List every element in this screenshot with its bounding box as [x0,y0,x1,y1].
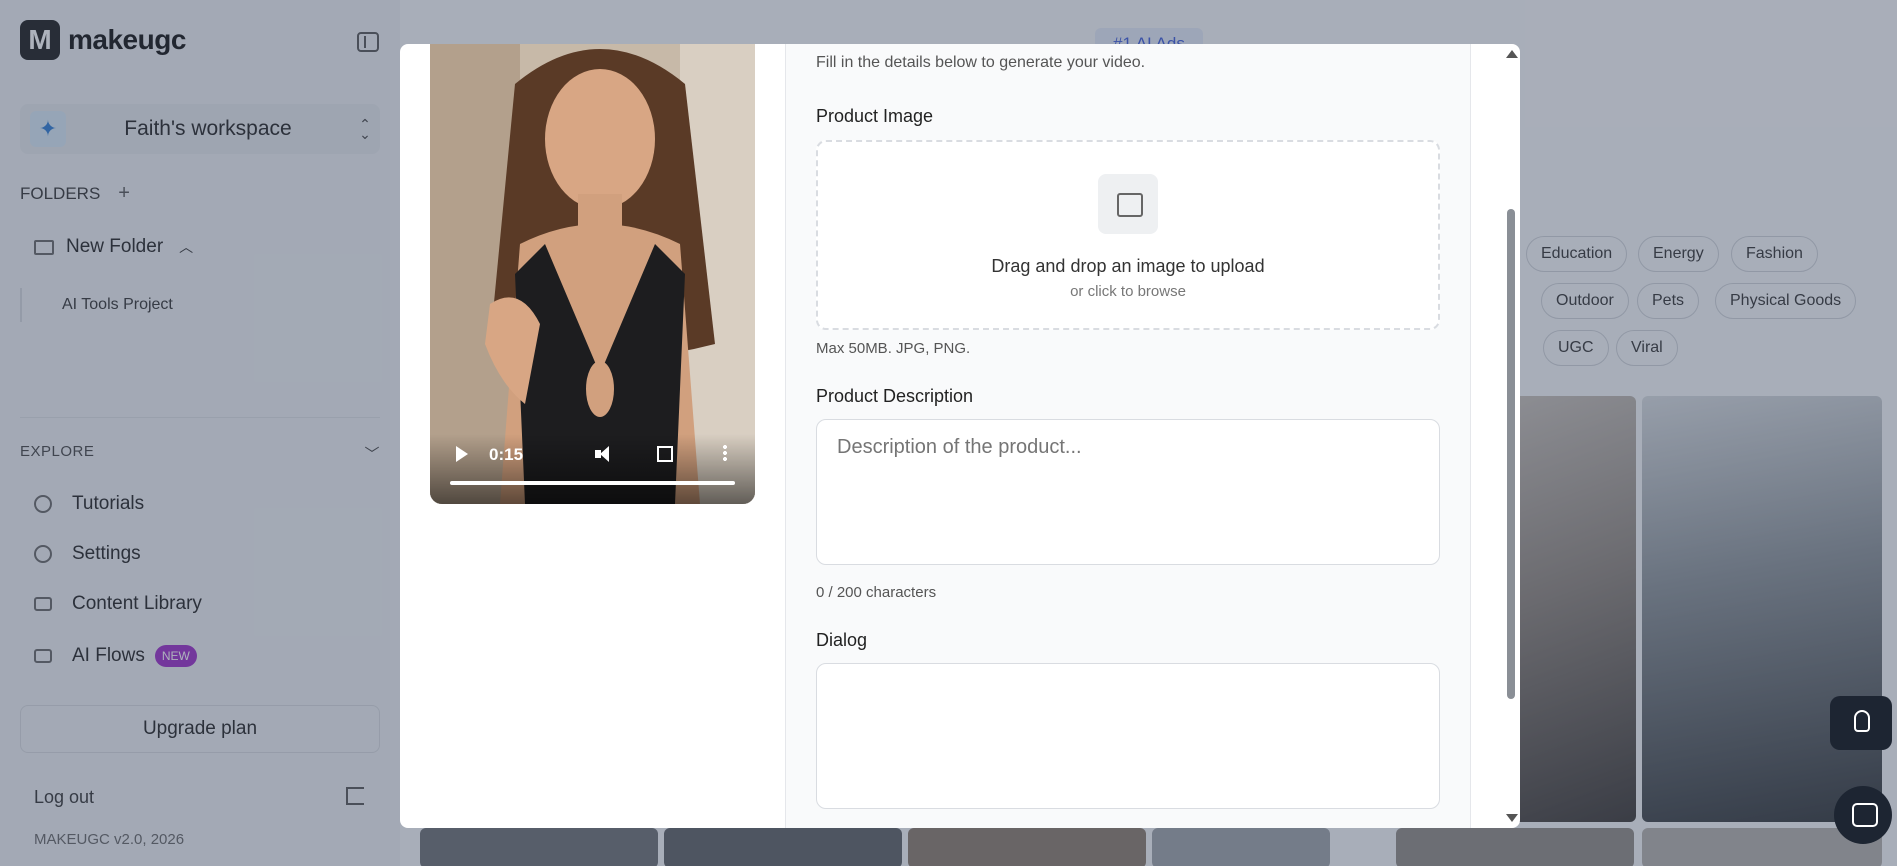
product-description-label: Product Description [816,386,974,406]
chat-icon[interactable] [1834,786,1892,844]
form-subtitle: Fill in the details below to generate yo… [816,54,1146,71]
upload-instruction: Drag and drop an image to upload [991,256,1265,276]
dialog-input[interactable] [816,663,1440,809]
fullscreen-icon[interactable] [657,446,673,462]
video-controls: 0:15 [430,434,755,504]
character-count: 0 / 200 characters [816,584,937,601]
dialog-label: Dialog [816,630,868,650]
upload-hint: Max 50MB. JPG, PNG. [816,340,971,357]
scroll-up-arrow[interactable] [1506,50,1518,58]
video-player[interactable]: 0:15 [430,44,755,504]
product-image-label: Product Image [816,106,934,126]
video-progress-bar[interactable] [450,481,735,485]
more-options-icon[interactable] [723,444,727,462]
scroll-thumb[interactable] [1507,209,1515,699]
volume-icon[interactable] [595,446,613,462]
generate-video-modal: 0:15 Fill in the details below to genera… [400,44,1520,828]
product-description-input[interactable] [816,419,1440,565]
upload-browse-text: or click to browse [1070,283,1186,300]
image-icon [1098,174,1158,234]
generation-form: Fill in the details below to generate yo… [786,44,1470,828]
scrollbar[interactable] [1502,44,1520,828]
divider [1470,44,1471,828]
scroll-down-arrow[interactable] [1506,814,1518,822]
video-time: 0:15 [489,445,524,464]
lightbulb-icon[interactable] [1830,696,1892,750]
play-icon[interactable] [456,446,468,462]
image-upload-dropzone[interactable]: Drag and drop an image to upload or clic… [816,140,1440,330]
